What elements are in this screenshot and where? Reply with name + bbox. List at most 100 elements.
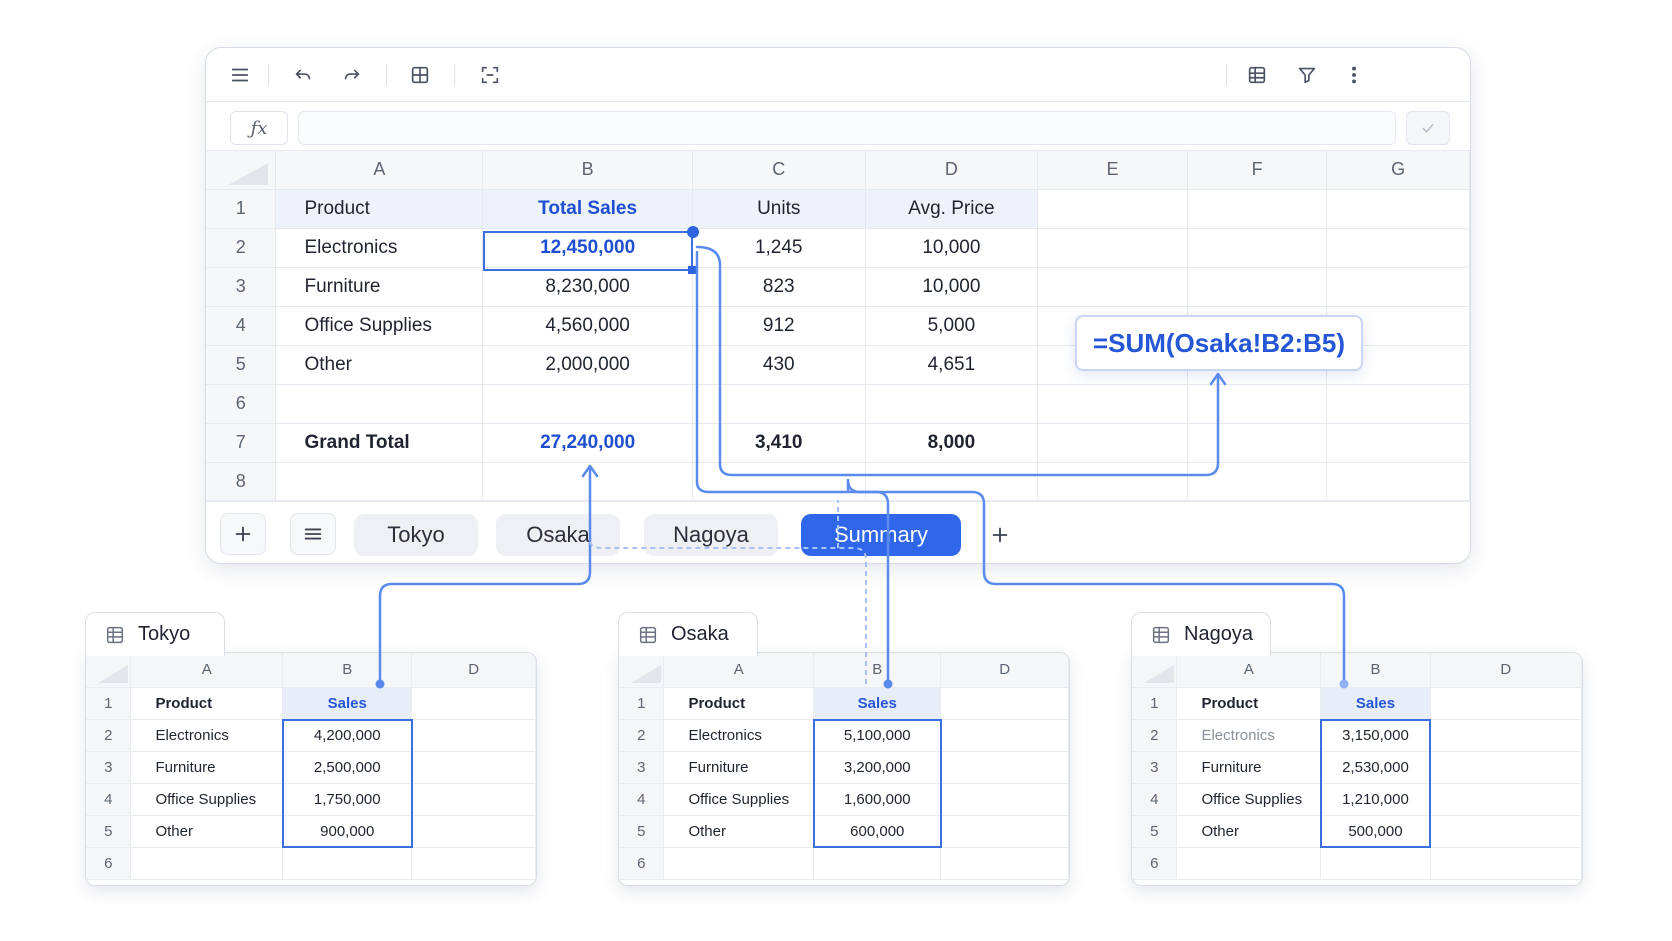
select-all-corner[interactable] bbox=[1132, 653, 1178, 688]
column-header-f[interactable]: F bbox=[1187, 151, 1328, 190]
cell[interactable]: 5,100,000 bbox=[813, 719, 942, 752]
row-header[interactable]: 1 bbox=[1132, 687, 1178, 720]
cell[interactable]: Sales bbox=[1320, 687, 1431, 720]
cell[interactable]: 1,600,000 bbox=[813, 783, 942, 816]
cell[interactable]: 10,000 bbox=[865, 267, 1039, 307]
cell[interactable]: Sales bbox=[813, 687, 942, 720]
row-header[interactable]: 4 bbox=[86, 783, 132, 816]
grid-view-icon[interactable] bbox=[1241, 60, 1273, 90]
new-tab-button[interactable] bbox=[980, 515, 1020, 555]
row-header[interactable]: 6 bbox=[206, 384, 277, 424]
cell[interactable]: Furniture bbox=[130, 751, 284, 784]
cell[interactable] bbox=[411, 687, 536, 720]
cell[interactable]: 430 bbox=[692, 345, 866, 385]
column-header-a[interactable]: A bbox=[1176, 653, 1322, 688]
row-header[interactable]: 1 bbox=[619, 687, 665, 720]
cell[interactable] bbox=[1037, 462, 1188, 502]
cell[interactable]: Other bbox=[1176, 815, 1322, 848]
cell[interactable]: Furniture bbox=[663, 751, 815, 784]
cell[interactable]: Units bbox=[692, 189, 866, 229]
cell[interactable] bbox=[411, 783, 536, 816]
row-header[interactable]: 3 bbox=[619, 751, 665, 784]
cell[interactable]: Office Supplies bbox=[130, 783, 284, 816]
confirm-button[interactable] bbox=[1406, 111, 1450, 145]
cell[interactable]: 1,210,000 bbox=[1320, 783, 1431, 816]
cell[interactable] bbox=[1176, 847, 1322, 880]
cell[interactable] bbox=[411, 847, 536, 880]
cell[interactable] bbox=[275, 462, 484, 502]
cell[interactable] bbox=[1187, 267, 1328, 307]
more-icon[interactable] bbox=[1338, 60, 1370, 90]
formula-input[interactable] bbox=[298, 111, 1396, 145]
cell[interactable]: Product bbox=[130, 687, 284, 720]
column-header-b[interactable]: B bbox=[282, 653, 413, 688]
cell[interactable] bbox=[865, 384, 1039, 424]
cell[interactable] bbox=[1326, 384, 1470, 424]
cell[interactable]: 823 bbox=[692, 267, 866, 307]
cell[interactable]: Grand Total bbox=[275, 423, 484, 463]
cell[interactable] bbox=[1037, 228, 1188, 268]
cell[interactable]: 4,651 bbox=[865, 345, 1039, 385]
cell[interactable] bbox=[1326, 423, 1470, 463]
row-header[interactable]: 4 bbox=[1132, 783, 1178, 816]
tab-summary[interactable]: Summary bbox=[801, 514, 961, 556]
sheet-list-button[interactable] bbox=[290, 513, 336, 555]
redo-icon[interactable] bbox=[336, 60, 368, 90]
cell[interactable]: Sales bbox=[282, 687, 413, 720]
cell[interactable] bbox=[865, 462, 1039, 502]
cell[interactable]: Electronics bbox=[275, 228, 484, 268]
cell[interactable] bbox=[1037, 423, 1188, 463]
row-header[interactable]: 4 bbox=[619, 783, 665, 816]
cell[interactable]: Electronics bbox=[1176, 719, 1322, 752]
cell[interactable] bbox=[692, 384, 866, 424]
filter-icon[interactable] bbox=[1291, 60, 1323, 90]
cell[interactable]: 3,150,000 bbox=[1320, 719, 1431, 752]
row-header[interactable]: 5 bbox=[619, 815, 665, 848]
cell[interactable] bbox=[1430, 847, 1582, 880]
row-header[interactable]: 6 bbox=[1132, 847, 1178, 880]
row-header[interactable]: 8 bbox=[206, 462, 277, 502]
row-header[interactable]: 1 bbox=[86, 687, 132, 720]
select-all-corner[interactable] bbox=[619, 653, 665, 688]
column-header-a[interactable]: A bbox=[275, 151, 484, 190]
cell[interactable]: Total Sales bbox=[482, 189, 693, 229]
row-header[interactable]: 7 bbox=[206, 423, 277, 463]
cell[interactable] bbox=[1187, 189, 1328, 229]
selection-drag-handle[interactable] bbox=[687, 226, 699, 238]
cell[interactable] bbox=[1187, 462, 1328, 502]
column-header-d[interactable]: D bbox=[1430, 653, 1582, 688]
cell[interactable] bbox=[411, 751, 536, 784]
column-header-d[interactable]: D bbox=[940, 653, 1069, 688]
cell[interactable] bbox=[282, 847, 413, 880]
column-header-g[interactable]: G bbox=[1326, 151, 1470, 190]
cell[interactable]: 8,230,000 bbox=[482, 267, 693, 307]
cell[interactable] bbox=[411, 815, 536, 848]
cell[interactable] bbox=[482, 462, 693, 502]
cell[interactable] bbox=[1430, 815, 1582, 848]
row-header[interactable]: 2 bbox=[1132, 719, 1178, 752]
fill-handle[interactable] bbox=[688, 266, 696, 274]
select-all-corner[interactable] bbox=[86, 653, 132, 688]
select-icon[interactable] bbox=[474, 60, 506, 90]
add-sheet-button[interactable] bbox=[220, 513, 266, 555]
column-header-d[interactable]: D bbox=[865, 151, 1039, 190]
cell[interactable]: Other bbox=[130, 815, 284, 848]
mini-sheet-tab[interactable]: Tokyo bbox=[85, 612, 225, 656]
cell[interactable] bbox=[1187, 228, 1328, 268]
cell[interactable] bbox=[1430, 687, 1582, 720]
cell[interactable] bbox=[1037, 189, 1188, 229]
menu-icon[interactable] bbox=[224, 60, 256, 90]
cell[interactable] bbox=[1037, 267, 1188, 307]
column-header-e[interactable]: E bbox=[1037, 151, 1188, 190]
column-header-a[interactable]: A bbox=[130, 653, 284, 688]
cell[interactable]: 3,200,000 bbox=[813, 751, 942, 784]
cell[interactable]: Office Supplies bbox=[663, 783, 815, 816]
cell[interactable]: 3,410 bbox=[692, 423, 866, 463]
row-header[interactable]: 2 bbox=[86, 719, 132, 752]
cell[interactable] bbox=[940, 687, 1069, 720]
cell[interactable] bbox=[1326, 462, 1470, 502]
cell[interactable] bbox=[663, 847, 815, 880]
cell[interactable]: Office Supplies bbox=[275, 306, 484, 346]
cell[interactable] bbox=[1430, 751, 1582, 784]
cell[interactable]: Electronics bbox=[663, 719, 815, 752]
